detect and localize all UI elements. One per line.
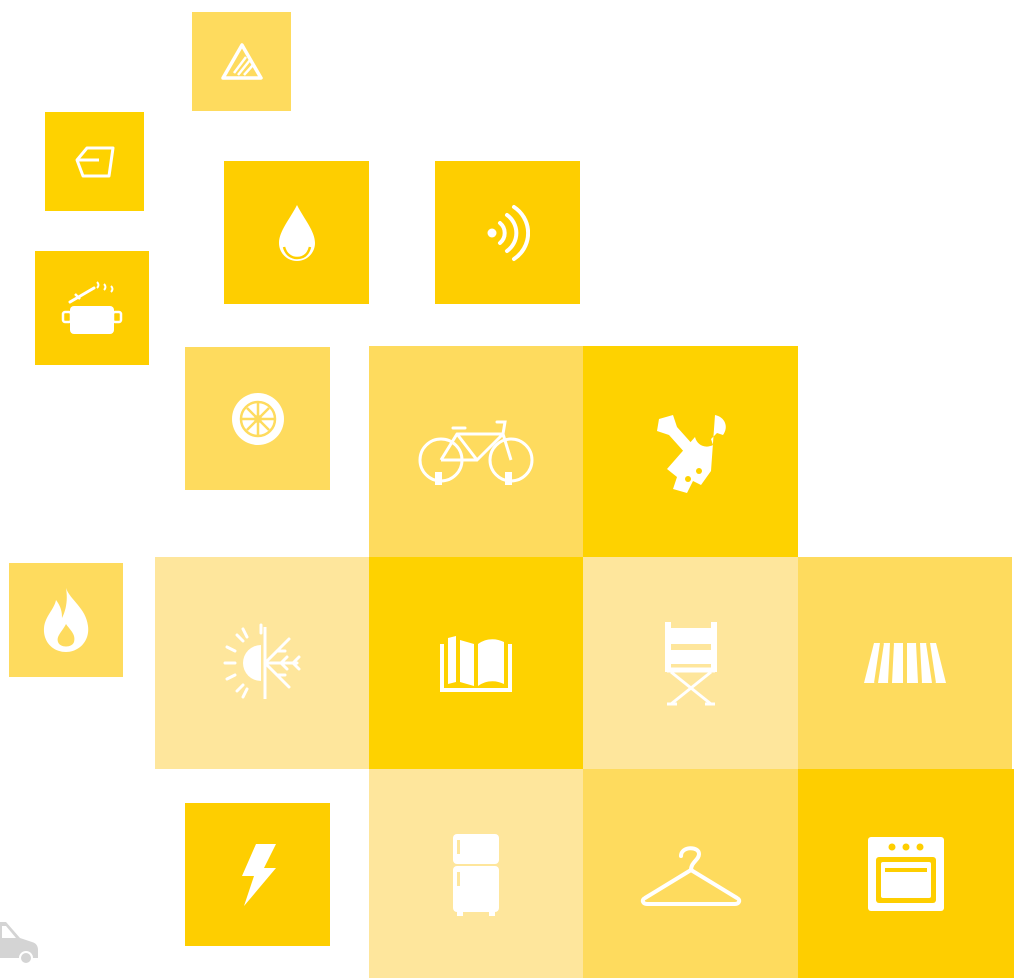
tire-wheel-tile[interactable] bbox=[185, 347, 330, 490]
delivery-truck-tile[interactable] bbox=[0, 912, 40, 971]
refrigerator-tile[interactable] bbox=[369, 769, 583, 978]
sun-snow-icon bbox=[223, 623, 301, 699]
road-warning-icon bbox=[220, 42, 263, 80]
oven-icon bbox=[868, 836, 944, 911]
directors-chair-tile[interactable] bbox=[583, 557, 798, 769]
awning-tile[interactable] bbox=[798, 557, 1012, 769]
floor-tile-icon bbox=[75, 146, 114, 177]
flame-tile[interactable] bbox=[9, 563, 123, 677]
oven-tile[interactable] bbox=[798, 769, 1014, 978]
cooking-pot-icon bbox=[61, 281, 123, 334]
sun-snow-tile[interactable] bbox=[155, 557, 369, 769]
wireless-signal-tile[interactable] bbox=[435, 161, 580, 304]
open-book-tile[interactable] bbox=[369, 557, 583, 769]
tools-icon bbox=[656, 414, 726, 493]
bicycle-icon bbox=[418, 420, 534, 485]
directors-chair-icon bbox=[664, 622, 717, 706]
flame-icon bbox=[43, 588, 89, 652]
lightning-bolt-tile[interactable] bbox=[185, 803, 330, 946]
lightning-bolt-icon bbox=[241, 843, 276, 906]
road-warning-tile[interactable] bbox=[192, 12, 291, 111]
awning-icon bbox=[864, 642, 946, 684]
water-drop-icon bbox=[278, 204, 315, 261]
refrigerator-icon bbox=[453, 833, 499, 916]
bicycle-tile[interactable] bbox=[369, 346, 583, 557]
clothes-hanger-tile[interactable] bbox=[583, 769, 798, 978]
clothes-hanger-icon bbox=[640, 845, 741, 906]
wireless-signal-icon bbox=[487, 204, 530, 261]
floor-tile-tile[interactable] bbox=[45, 112, 144, 211]
cooking-pot-tile[interactable] bbox=[35, 251, 149, 365]
water-drop-tile[interactable] bbox=[224, 161, 369, 304]
tire-wheel-icon bbox=[231, 392, 284, 445]
tools-tile[interactable] bbox=[583, 346, 798, 557]
delivery-truck-icon bbox=[0, 922, 38, 965]
open-book-icon bbox=[440, 636, 512, 692]
